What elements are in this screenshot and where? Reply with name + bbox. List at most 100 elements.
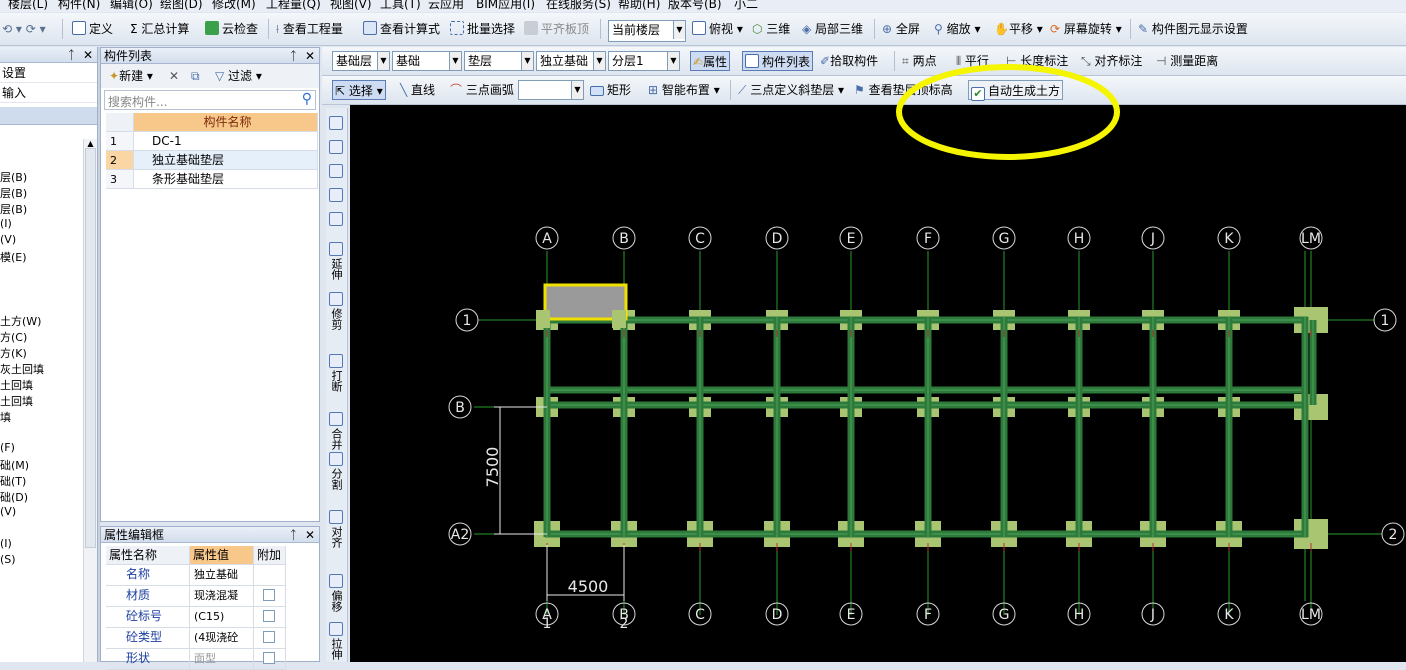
nav-tree-item[interactable]: 土方(W) (0, 313, 41, 329)
menu-item[interactable]: 工具(T) (380, 0, 421, 12)
attach-checkbox[interactable] (263, 652, 275, 664)
nav-top-item[interactable]: 输入 (0, 83, 97, 103)
align-slab-button[interactable]: 平齐板顶 (522, 19, 591, 39)
nav-tree-item[interactable]: 方(C) (0, 329, 27, 345)
nav-tree-item[interactable]: 层(B) (0, 185, 27, 201)
table-row[interactable]: DC-1 (134, 132, 318, 151)
three-point-slope-button[interactable]: ⟋ 三点定义斜垫层 ▾ (736, 80, 846, 100)
sum-calc-button[interactable]: Σ 汇总计算 (128, 19, 191, 39)
top-view-button[interactable]: 俯视 ▾ (690, 19, 745, 39)
nav-tree-item[interactable]: 土回填 (0, 377, 33, 393)
define-button[interactable]: 定义 (70, 19, 115, 39)
close-icon[interactable]: ✕ (83, 47, 93, 63)
nav-tree-item[interactable]: (I) (0, 217, 12, 230)
pin-icon[interactable]: ᛏ (68, 47, 75, 63)
nav-tree-item[interactable]: 模(E) (0, 249, 27, 265)
attach-checkbox[interactable] (263, 631, 275, 643)
close-icon[interactable]: ✕ (305, 48, 315, 64)
full-screen-button[interactable]: ⊕ 全屏 (880, 19, 922, 39)
menu-item[interactable]: 楼层(L) (8, 0, 48, 12)
menu-item[interactable]: 帮助(H) (618, 0, 660, 12)
pin-icon[interactable]: ᛏ (290, 48, 297, 64)
zoom-button[interactable]: ⚲ 缩放 ▾ (932, 19, 982, 39)
property-value[interactable]: 面型 (190, 649, 254, 670)
nav-scrollbar[interactable]: ▲ (83, 139, 97, 662)
vtool-6[interactable]: 偏移 (326, 572, 346, 612)
undo-icon[interactable]: ⟲ ▾ ⟳ ▾ (0, 19, 48, 39)
row-number[interactable]: 1 (106, 132, 134, 151)
select-button[interactable]: ⇱ 选择 ▾ (332, 80, 386, 100)
sublayer-select[interactable]: 分层1 ▼ (608, 51, 680, 71)
chain-icon[interactable] (326, 138, 346, 156)
menu-item[interactable]: BIM应用(I) (476, 0, 535, 12)
nav-tree-item[interactable]: 础(M) (0, 457, 29, 473)
type-select[interactable]: 垫层 ▼ (464, 51, 534, 71)
arc-button[interactable]: ⌒ 三点画弧 (448, 80, 516, 100)
floor-select[interactable]: 当前楼层 ▼ (608, 20, 686, 42)
drawing-canvas[interactable]: A B C D E F G H J K LM A B C D E F G H J K LM 1 B A2 1 2 1 2 7500 4500 (350, 105, 1406, 662)
attach-checkbox[interactable] (263, 589, 275, 601)
pin-icon[interactable]: ᛏ (290, 527, 297, 543)
nav-tree-item[interactable]: 填 (0, 409, 11, 425)
nav-tree-item[interactable]: 灰土回填 (0, 361, 44, 377)
menu-item[interactable]: 构件(N) (58, 0, 100, 12)
nav-top-item[interactable]: 设置 (0, 63, 97, 83)
three-d-button[interactable]: ⬡ 三维 (750, 19, 792, 39)
local-3d-button[interactable]: ◈ 局部三维 (800, 19, 865, 39)
pan-button[interactable]: ✋平移 ▾ (992, 19, 1045, 39)
smart-layout-button[interactable]: ⊞ 智能布置 ▾ (646, 80, 722, 100)
menu-item[interactable]: 在线服务(S) (546, 0, 611, 12)
nav-tree-item[interactable]: (V) (0, 233, 16, 246)
property-value[interactable]: 现浇混凝 (190, 586, 254, 607)
vtool-5[interactable]: 对齐 (326, 508, 346, 548)
category-select[interactable]: 基础 ▼ (392, 51, 462, 71)
new-button[interactable]: ✦新建 ▾ (107, 66, 155, 86)
line-button[interactable]: ╲ 直线 (398, 80, 437, 100)
vtool-4[interactable]: 分割 (326, 450, 346, 490)
menu-item[interactable]: 视图(V) (330, 0, 372, 12)
menu-item[interactable]: 绘图(D) (160, 0, 203, 12)
search-box[interactable]: 搜索构件... ⚲ (104, 90, 316, 110)
vtool-7[interactable]: 拉伸 (326, 620, 346, 660)
table-row[interactable]: 条形基础垫层 (134, 170, 318, 189)
nav-tree-item[interactable]: 层(B) (0, 169, 27, 185)
search-input[interactable]: 搜索构件... (108, 93, 167, 110)
property-value[interactable]: 独立基础 (190, 565, 254, 586)
property-value[interactable]: (4现浇砼 (190, 628, 254, 649)
vtool-3[interactable]: 合并 (326, 410, 346, 450)
vtool-0[interactable]: 延伸 (326, 240, 346, 280)
component-select[interactable]: 独立基础 ▼ (536, 51, 606, 71)
menu-item[interactable]: 修改(M) (212, 0, 256, 12)
pencil-icon[interactable] (326, 114, 346, 132)
mirror-icon[interactable] (326, 162, 346, 180)
menu-item[interactable]: 编辑(O) (110, 0, 153, 12)
vtool-1[interactable]: 修剪 (326, 290, 346, 330)
view-quantity-button[interactable]: ⟊ 查看工程量 (274, 19, 345, 39)
properties-button[interactable]: ✍属性 (690, 51, 731, 71)
component-list-button[interactable]: 构件列表 (742, 51, 814, 71)
scroll-up-icon[interactable]: ▲ (84, 139, 97, 148)
move-icon[interactable] (326, 186, 346, 204)
row-number[interactable]: 3 (106, 170, 134, 189)
pick-component-button[interactable]: ✐拾取构件 (818, 51, 880, 71)
rect-button[interactable]: 矩形 (588, 80, 633, 100)
delete-icon[interactable]: ✕ (167, 66, 181, 86)
scroll-thumb[interactable] (85, 148, 96, 548)
column-header-name[interactable]: 构件名称 (134, 113, 318, 132)
property-value[interactable]: (C15) (190, 607, 254, 628)
menu-item[interactable]: 版本号(B) (668, 0, 722, 12)
display-settings-button[interactable]: ✎ 构件图元显示设置 (1136, 19, 1250, 39)
nav-tree-item[interactable]: 础(T) (0, 473, 26, 489)
menu-item[interactable]: 云应用 (428, 0, 464, 12)
nav-tree-item[interactable]: (I) (0, 537, 12, 550)
layer-select[interactable]: 基础层 ▼ (332, 51, 390, 71)
rotate-icon[interactable] (326, 210, 346, 228)
cloud-check-button[interactable]: 云检查 (203, 19, 260, 39)
attach-checkbox[interactable] (263, 610, 275, 622)
nav-tree-item[interactable]: 层(B) (0, 201, 27, 217)
row-number[interactable]: 2 (106, 151, 134, 170)
table-row[interactable]: 独立基础垫层 (134, 151, 318, 170)
rotate-screen-button[interactable]: ⟳ 屏幕旋转 ▾ (1048, 19, 1124, 39)
splitter[interactable] (98, 47, 100, 662)
arc-mode-select[interactable]: ▼ (518, 80, 584, 100)
